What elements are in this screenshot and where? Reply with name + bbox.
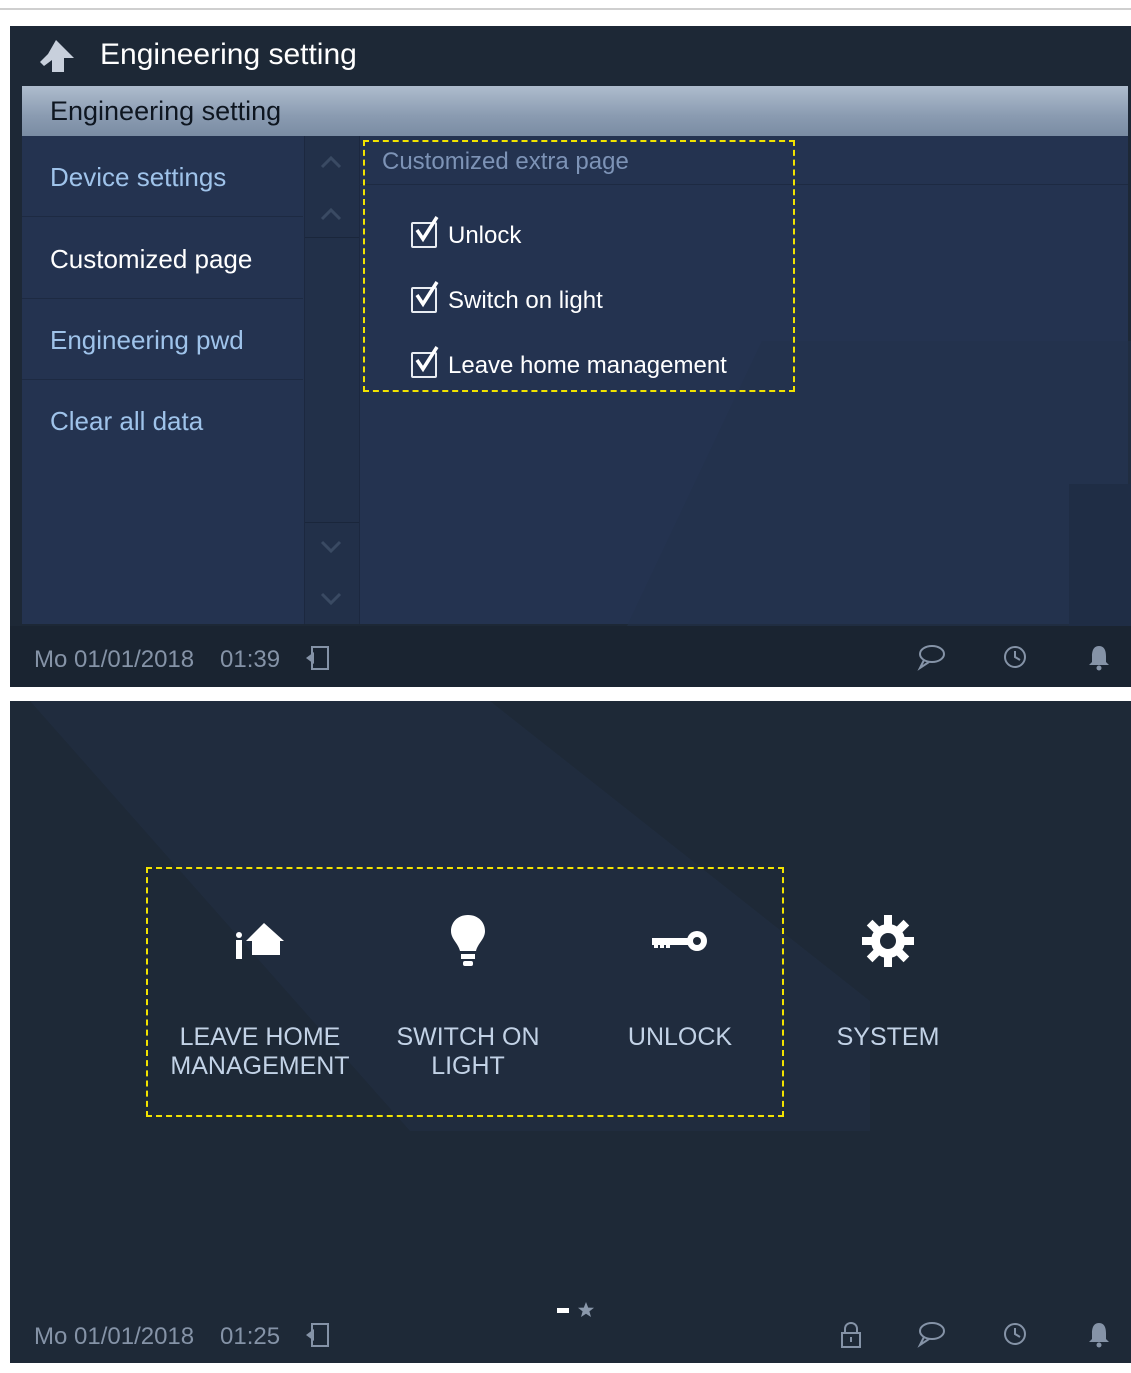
sidebar-item-label: Clear all data xyxy=(50,406,204,436)
status-date: Mo 01/01/2018 xyxy=(34,646,195,673)
sidebar-item-device-settings[interactable]: Device settings xyxy=(22,136,303,217)
system-tile[interactable]: SYSTEM xyxy=(788,911,988,1101)
engineering-setting-screen: Engineering setting Engineering setting … xyxy=(10,26,1131,687)
status-date: Mo 01/01/2018 xyxy=(34,1323,195,1350)
title-bar: Engineering setting xyxy=(10,26,1131,86)
exit-door-icon[interactable] xyxy=(304,643,334,673)
sidebar-item-label: Engineering pwd xyxy=(50,325,244,355)
back-arrow-icon[interactable] xyxy=(36,38,76,74)
chevron-down-icon[interactable] xyxy=(319,539,343,555)
status-time: 01:25 xyxy=(220,1323,281,1350)
message-icon[interactable] xyxy=(916,642,946,672)
lock-icon[interactable] xyxy=(836,1320,866,1350)
sidebar-item-clear-all-data[interactable]: Clear all data xyxy=(22,380,303,460)
highlight-box xyxy=(146,867,784,1117)
top-border-line xyxy=(0,8,1131,10)
section-header: Engineering setting xyxy=(22,86,1128,136)
scroll-column xyxy=(304,136,360,624)
sidebar-item-label: Device settings xyxy=(50,162,227,192)
status-time: 01:39 xyxy=(220,646,281,673)
sidebar-item-engineering-pwd[interactable]: Engineering pwd xyxy=(22,299,303,380)
tile-label-line: SYSTEM xyxy=(836,1023,940,1051)
highlight-box xyxy=(363,140,795,392)
chevron-up-icon[interactable] xyxy=(319,154,343,170)
page-title: Engineering setting xyxy=(100,38,357,71)
bell-icon[interactable] xyxy=(1084,642,1114,672)
exit-door-icon[interactable] xyxy=(304,1320,334,1350)
scroll-divider xyxy=(305,522,359,523)
left-border xyxy=(0,687,10,1373)
sidebar-item-customized-page[interactable]: Customized page xyxy=(22,218,303,299)
message-icon[interactable] xyxy=(916,1319,946,1349)
history-icon[interactable] xyxy=(1000,1319,1030,1349)
sidebar-item-label: Customized page xyxy=(50,244,253,274)
settings-sidebar: Device settings Customized page Engineer… xyxy=(22,136,303,624)
status-bar: Mo 01/01/2018 01:39 xyxy=(10,626,1131,687)
bell-icon[interactable] xyxy=(1084,1319,1114,1349)
history-icon[interactable] xyxy=(1000,642,1030,672)
scroll-divider xyxy=(305,237,359,238)
chevron-down-icon[interactable] xyxy=(319,591,343,607)
section-header-label: Engineering setting xyxy=(50,96,282,126)
gear-icon xyxy=(862,915,914,967)
tile-label: SYSTEM xyxy=(788,1023,988,1052)
chevron-up-icon[interactable] xyxy=(319,206,343,222)
status-bar: Mo 01/01/2018 01:25 xyxy=(10,1303,1131,1363)
home-screen: LEAVE HOME MANAGEMENT SWITCH ON LIGHT UN… xyxy=(10,701,1131,1363)
